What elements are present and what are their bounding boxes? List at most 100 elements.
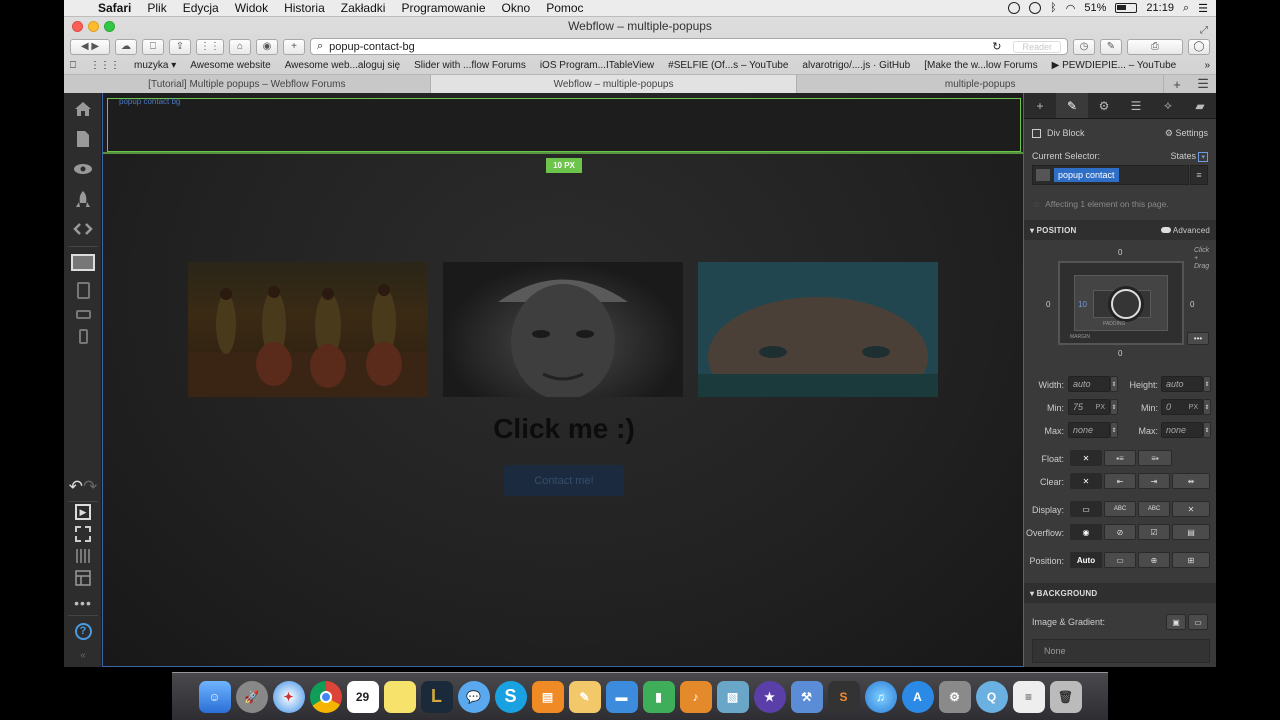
selector-tag[interactable]: popup contact [1054,168,1119,182]
desktop-view-icon[interactable] [64,248,102,276]
background-value[interactable]: None [1032,639,1210,663]
display-none-button[interactable]: ✕ [1172,501,1210,517]
more-box-options-button[interactable]: ••• [1187,332,1209,345]
tab-multiple-popups[interactable]: multiple-popups [797,75,1165,93]
position-fixed-button[interactable]: ⊞ [1172,552,1210,568]
bookmark-item[interactable]: alvarotrigo/....js · GitHub [802,60,910,71]
overflow-scroll-button[interactable]: ☑ [1138,524,1170,540]
height-stepper[interactable]: ⇕ [1203,376,1211,392]
finder-icon[interactable]: ☺ [198,680,231,713]
xcode-icon[interactable]: ⚒ [790,680,823,713]
opera-icon[interactable]: ◯ [1188,38,1210,55]
position-auto-button[interactable]: Auto [1070,552,1102,568]
min-width-input[interactable]: 75 PX [1068,399,1110,415]
position-absolute-button[interactable]: ⊕ [1138,552,1170,568]
states-dropdown[interactable]: States ▾ [1170,151,1208,162]
code-export-icon[interactable] [64,215,102,243]
settings-link[interactable]: ⚙ Settings [1165,128,1208,139]
tab-forum[interactable]: [Tutorial] Multiple popups – Webflow For… [64,75,431,93]
redo-icon[interactable]: ↷ [83,477,97,497]
display-inline-button[interactable]: ABC [1138,501,1170,517]
launchpad-icon[interactable]: 🚀 [235,680,268,713]
address-text[interactable]: popup-contact-bg [329,41,415,53]
ibooks-icon[interactable]: ▤ [531,680,564,713]
more-bookmarks-icon[interactable]: » [1204,60,1210,71]
collapse-sidebar-icon[interactable]: « [64,645,102,665]
box-margin-area[interactable]: 10 PADDING [1074,275,1168,331]
wifi-icon[interactable]: ◠ [1066,2,1076,15]
box-inner-left-value[interactable]: 10 [1078,300,1087,309]
undo-icon[interactable]: ↶ [69,477,83,497]
clear-right-button[interactable]: ⇥ [1138,473,1170,489]
menu-pomoc[interactable]: Pomoc [538,1,591,15]
appstore-icon[interactable]: A [901,680,934,713]
clear-both-button[interactable]: ⇹ [1172,473,1210,489]
top-sites-icon[interactable]: ⋮⋮ [196,38,224,55]
print-icon[interactable]: ⎙ [1127,38,1183,55]
time-machine-icon[interactable] [1029,2,1042,14]
bookmark-item[interactable]: #SELFIE (Of...s – YouTube [668,60,788,71]
bookmarks-book-icon[interactable]: ⎕ [70,60,76,71]
max-height-stepper[interactable]: ⇕ [1203,422,1211,438]
bluetooth-icon[interactable]: ᛒ [1050,2,1057,14]
min-height-stepper[interactable]: ⇕ [1203,399,1211,415]
reading-list-icon[interactable]: ⎕ [142,38,164,55]
lol-icon[interactable]: L [420,680,453,713]
publish-rocket-icon[interactable] [64,185,102,213]
add-elements-icon[interactable]: + [1024,93,1056,118]
address-bar[interactable]: ⌕ popup-contact-bg ↻ Reader [310,38,1068,55]
assets-folder-icon[interactable]: ▰ [1184,93,1216,118]
bookmark-item[interactable]: Awesome web...aloguj się [285,60,400,71]
max-width-stepper[interactable]: ⇕ [1110,422,1118,438]
menu-edycja[interactable]: Edycja [175,1,227,15]
battery-icon[interactable] [1115,3,1138,13]
phone-portrait-view-icon[interactable] [64,322,102,350]
height-input[interactable]: auto [1161,376,1203,392]
min-width-unit[interactable]: PX [1096,404,1105,411]
calendar-icon[interactable]: 29 [346,680,379,713]
sublime-icon[interactable]: S [827,680,860,713]
tab-overview-icon[interactable]: ☰ [1190,75,1217,93]
selector-field[interactable]: popup contact [1032,165,1189,185]
max-width-input[interactable]: none [1068,422,1110,438]
float-none-button[interactable]: ✕ [1070,450,1102,466]
home-icon[interactable]: ⌂ [229,38,251,55]
new-tab-icon[interactable]: + [283,38,305,55]
max-height-input[interactable]: none [1161,422,1203,438]
menu-plik[interactable]: Plik [139,1,174,15]
menu-programowanie[interactable]: Programowanie [393,1,493,15]
sketch-icon[interactable]: ✎ [568,680,601,713]
settings-gear-icon[interactable]: ⚙ [1088,93,1120,118]
selected-popup-contact-bg[interactable]: popup contact bg [107,97,1021,152]
preview-eye-icon[interactable] [64,155,102,183]
back-icon[interactable]: ◀ [81,41,89,52]
add-gradient-icon[interactable]: ▭ [1188,614,1208,630]
pages-icon[interactable] [64,125,102,153]
box-top-value[interactable]: 0 [1118,248,1122,257]
overflow-hidden-button[interactable]: ⊘ [1104,524,1136,540]
position-relative-button[interactable]: ▭ [1104,552,1136,568]
clock[interactable]: 21:19 [1146,2,1174,14]
itunes-icon[interactable]: ♫ [864,680,897,713]
skype-icon[interactable]: S [494,680,527,713]
menu-historia[interactable]: Historia [276,1,333,15]
overflow-visible-button[interactable]: ◉ [1070,524,1102,540]
click-me-heading[interactable]: Click me :) [103,413,1023,445]
chrome-icon[interactable] [309,680,342,713]
min-height-input[interactable]: 0 PX [1161,399,1203,415]
spotlight-icon[interactable]: ⌕ [1183,2,1189,15]
minimize-window-button[interactable] [88,21,99,32]
imovie-icon[interactable]: ★ [753,680,786,713]
help-icon[interactable]: ? [64,617,102,645]
trash-icon[interactable]: 🗑 [1049,680,1082,713]
share-icon[interactable]: ⇪ [169,38,191,55]
width-stepper[interactable]: ⇕ [1110,376,1118,392]
box-right-value[interactable]: 0 [1190,300,1194,309]
back-forward-buttons[interactable]: ◀ ▶ [70,38,110,55]
reload-icon[interactable]: ↻ [992,40,1001,53]
drag-cursor-icon[interactable] [1111,289,1141,319]
notes-icon[interactable] [383,680,416,713]
more-options-icon[interactable]: ••• [64,589,102,617]
bookmark-item[interactable]: [Make the w...low Forums [924,60,1037,71]
selector-menu-icon[interactable]: ≡ [1190,165,1208,185]
